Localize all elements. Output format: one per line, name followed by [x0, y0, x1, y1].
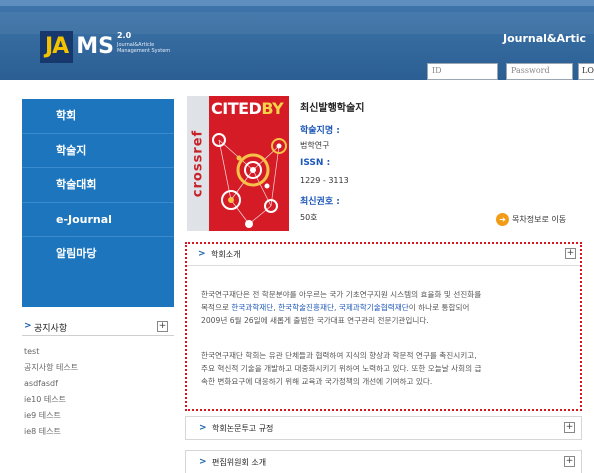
intro-header: > 학회소개 + — [187, 244, 580, 266]
journal-article-tab[interactable]: Journal&Artic — [503, 32, 586, 45]
section-title: 학회논문투고 규정 — [212, 424, 274, 433]
logo-version-block: 2.0 Journal&Article Management System — [117, 31, 181, 63]
list-item[interactable]: test — [22, 344, 174, 360]
password-input[interactable]: Password — [506, 63, 573, 80]
citedby-cited: CITED — [211, 99, 262, 118]
intro-title[interactable]: 학회소개 — [211, 249, 240, 260]
intro-p2-line-2: 주요 혁신적 기술을 개발하고 대중화시키기 위하여 노력하고 있다. 또한 오… — [201, 364, 482, 373]
toc-button[interactable]: ➜ 목차정보로 이동 — [496, 211, 566, 227]
notice-header: > 공지사항 + — [22, 318, 174, 336]
plus-icon[interactable]: + — [564, 422, 575, 433]
intro-p1-prefix: 목적으로 — [201, 303, 232, 312]
section-editorial-board[interactable]: > 편집위원회 소개 + — [185, 450, 582, 473]
crossref-strip: crossref — [187, 96, 209, 231]
logo-ms: MS — [76, 34, 114, 59]
notice-panel: > 공지사항 + test 공지사항 테스트 asdfasdf ie10 테스트… — [22, 318, 174, 440]
list-item[interactable]: ie9 테스트 — [22, 408, 174, 424]
intro-p1-line-1: 한국연구재단은 전 학문분야를 아우르는 국가 기초연구지원 시스템의 효율화 … — [201, 290, 482, 299]
chevron-right-icon: > — [198, 249, 206, 259]
logo-subtitle: Journal&Article Management System — [117, 42, 187, 54]
society-intro-panel: > 학회소개 + 한국연구재단은 전 학문분야를 아우르는 국가 기초연구지원 … — [185, 242, 582, 411]
chevron-right-icon: > — [24, 321, 32, 331]
intro-p2-line-1: 한국연구재단 학회는 유관 단체들과 협력하여 지식의 향상과 학문적 연구를 … — [201, 351, 477, 360]
id-input[interactable]: ID — [427, 63, 498, 80]
link-krf[interactable]: 한국학술진흥재단 — [278, 303, 334, 312]
plus-icon[interactable]: + — [157, 321, 168, 332]
nav-item-society[interactable]: 학회 — [22, 99, 174, 134]
intro-paragraph-1: 한국연구재단은 전 학문분야를 아우르는 국가 기초연구지원 시스템의 효율화 … — [201, 288, 569, 327]
issn-label: ISSN : — [300, 158, 331, 168]
section-submission-rules[interactable]: > 학회논문투고 규정 + — [185, 416, 582, 440]
logo-ja: JA — [40, 31, 74, 63]
toc-button-label: 목차정보로 이동 — [512, 214, 567, 224]
latest-issue-label: 최신권호 : — [300, 197, 340, 207]
link-kosef[interactable]: 한국과학재단 — [231, 303, 273, 312]
chevron-right-icon: > — [199, 457, 207, 467]
nav-item-notice-board[interactable]: 알림마당 — [22, 237, 174, 272]
issn-value: 1229 - 3113 — [300, 176, 349, 185]
list-item[interactable]: ie8 테스트 — [22, 424, 174, 440]
latest-journal-info: 최신발행학술지 학술지명 : 법학연구 ISSN : 1229 - 3113 최… — [300, 99, 590, 222]
latest-journal-heading: 최신발행학술지 — [300, 103, 365, 114]
citedby-by: BY — [261, 99, 284, 118]
nav-item-ejournal[interactable]: e-Journal — [22, 203, 174, 238]
plus-icon[interactable]: + — [564, 456, 575, 467]
journal-cover-image[interactable]: crossref CITEDBY — [187, 96, 289, 231]
login-button[interactable]: LO — [578, 63, 594, 80]
nav-item-conference[interactable]: 학술대회 — [22, 168, 174, 203]
intro-p1-line-3: 2009년 6월 26일에 새롭게 출범한 국가대표 연구관리 전문기관입니다. — [201, 316, 429, 325]
journal-name-value: 법학연구 — [300, 141, 330, 150]
logo-subtitle-line-2: Management System — [116, 48, 171, 54]
logo-version: 2.0 — [116, 31, 132, 40]
left-navigation: 학회 학술지 학술대회 e-Journal 알림마당 — [22, 99, 174, 307]
plus-icon[interactable]: + — [565, 248, 576, 259]
nav-item-journal[interactable]: 학술지 — [22, 134, 174, 169]
citedby-text: CITEDBY — [211, 99, 284, 118]
crossref-text: crossref — [190, 129, 206, 198]
top-header: JA MS 2.0 Journal&Article Management Sys… — [0, 0, 594, 80]
list-item[interactable]: 공지사항 테스트 — [22, 360, 174, 376]
section-title: 편집위원회 소개 — [212, 458, 267, 467]
notice-title: 공지사항 — [34, 324, 68, 334]
intro-p2-line-3: 속한 변화요구에 대응하기 위해 교육과 국가정책의 개선에 기여하고 있다. — [201, 377, 433, 386]
citation-network-graphic — [212, 133, 287, 228]
jams-logo[interactable]: JA MS 2.0 Journal&Article Management Sys… — [40, 30, 181, 64]
list-item[interactable]: asdfasdf — [22, 376, 174, 392]
latest-issue-value: 50호 — [300, 213, 318, 222]
link-kicos[interactable]: 국제과학기술협력재단 — [339, 303, 409, 312]
chevron-right-icon: > — [199, 423, 207, 433]
journal-name-label: 학술지명 : — [300, 126, 340, 136]
intro-paragraph-2: 한국연구재단 학회는 유관 단체들과 협력하여 지식의 향상과 학문적 연구를 … — [201, 349, 569, 388]
list-item[interactable]: ie10 테스트 — [22, 392, 174, 408]
arrow-right-circle-icon: ➜ — [496, 212, 509, 226]
notice-list: test 공지사항 테스트 asdfasdf ie10 테스트 ie9 테스트 … — [22, 344, 174, 440]
intro-p1-suffix: 이 하나로 통합되어 — [408, 303, 470, 312]
